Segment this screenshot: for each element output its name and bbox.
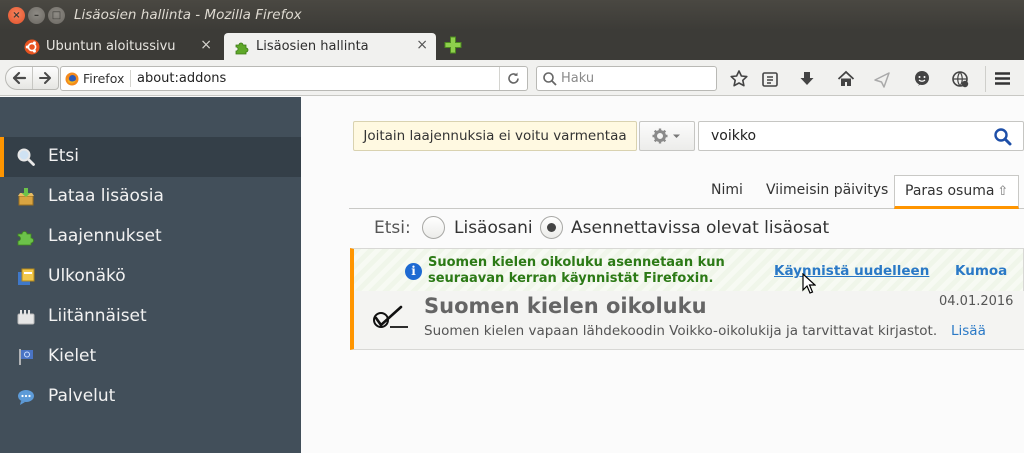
sync-globe-icon[interactable] [950, 69, 970, 89]
pocket-share-icon[interactable] [872, 69, 892, 89]
sidebar-item-appearance[interactable]: Ulkonäkö [0, 257, 301, 297]
sidebar-item-label: Kielet [48, 346, 97, 366]
window-title: Lisäosien hallinta - Mozilla Firefox [74, 7, 302, 23]
search-icon [543, 72, 557, 86]
pending-install-notice: Suomen kielen oikoluku asennetaan kun se… [428, 255, 725, 286]
chevron-down-icon [673, 134, 680, 138]
home-icon[interactable] [836, 69, 856, 89]
search-icon[interactable] [993, 127, 1013, 147]
tab-addons-manager[interactable]: Lisäosien hallinta × [224, 33, 436, 60]
tab-strip: Ubuntun aloitussivu × Lisäosien hallinta… [0, 30, 1024, 60]
back-button[interactable] [6, 67, 33, 89]
sidebar-item-services[interactable]: Palvelut [0, 377, 301, 417]
tab-ubuntu-start[interactable]: Ubuntun aloitussivu × [14, 33, 220, 60]
sort-label: Paras osuma [905, 183, 995, 199]
category-sidebar: Etsi Lataa lisäosia Laajennukset Ulkonäk… [0, 97, 301, 453]
identity-label: Firefox [83, 71, 125, 86]
addon-more-link[interactable]: Lisää [951, 323, 986, 339]
tab-label: Lisäosien hallinta [256, 39, 369, 54]
sidebar-item-get-addons[interactable]: Lataa lisäosia [0, 177, 301, 217]
services-chat-icon [18, 390, 34, 405]
unsigned-extensions-warning-button[interactable]: Joitain laajennuksia ei voitu varmentaa [353, 121, 637, 151]
addon-date: 04.01.2016 [939, 294, 1014, 309]
info-icon: i [405, 263, 422, 280]
downloads-icon[interactable] [797, 69, 817, 89]
spellcheck-checkmark-icon [373, 305, 408, 328]
gear-icon [652, 128, 680, 144]
sidebar-item-label: Ulkonäkö [48, 266, 126, 286]
language-flag-icon [19, 349, 33, 365]
window-titlebar: × – □ Lisäosien hallinta - Mozilla Firef… [0, 0, 1024, 30]
identity-box[interactable]: Firefox [65, 70, 132, 87]
reload-button[interactable] [499, 67, 527, 90]
sidebar-item-extensions[interactable]: Laajennukset [0, 217, 301, 257]
search-placeholder: Haku [561, 71, 595, 86]
sort-by-last-updated-button[interactable]: Viimeisin päivitys [766, 182, 888, 198]
sort-by-best-match-button[interactable]: Paras osuma ⇧ [894, 175, 1020, 209]
search-icon [17, 148, 35, 166]
plugin-icon [17, 310, 35, 325]
scope-my-addons-label[interactable]: Lisäosani [454, 218, 533, 238]
scope-available-addons-label[interactable]: Asennettavissa olevat lisäosat [571, 218, 829, 238]
hamburger-menu-icon [995, 72, 1010, 85]
minimize-icon: – [34, 10, 39, 21]
addons-main-view: Joitain laajennuksia ei voitu varmentaa … [301, 97, 1024, 453]
addon-item[interactable]: i Suomen kielen oikoluku asennetaan kun … [350, 248, 1024, 350]
back-forward-group [5, 66, 59, 90]
scope-label: Etsi: [374, 218, 411, 238]
tools-gear-button[interactable] [639, 121, 695, 151]
addon-description: Suomen kielen vapaan lähdekoodin Voikko-… [424, 323, 938, 339]
firefox-logo-icon [65, 72, 79, 85]
open-menu-button[interactable] [985, 66, 1017, 92]
tab-close-icon[interactable]: × [200, 37, 212, 53]
puzzle-icon [235, 42, 249, 55]
web-search-input[interactable]: Haku [536, 66, 717, 91]
restart-now-link[interactable]: Käynnistä uudelleen [774, 263, 929, 279]
bookmark-star-icon[interactable] [729, 69, 749, 89]
sort-ascending-arrow-icon: ⇧ [997, 184, 1009, 199]
sort-by-name-button[interactable]: Nimi [711, 182, 743, 198]
url-text[interactable]: about:addons [137, 71, 226, 86]
maximize-icon: □ [51, 10, 62, 21]
tab-label: Ubuntun aloitussivu [46, 39, 176, 54]
window-maximize-button[interactable]: □ [48, 7, 65, 24]
url-bar[interactable]: Firefox about:addons [60, 66, 528, 91]
sidebar-item-languages[interactable]: Kielet [0, 337, 301, 377]
hello-chat-icon[interactable] [912, 69, 932, 89]
sidebar-item-search[interactable]: Etsi [0, 137, 301, 177]
window-minimize-button[interactable]: – [28, 7, 45, 24]
download-box-icon [18, 188, 34, 206]
scope-my-addons-radio[interactable] [422, 216, 445, 239]
mouse-cursor-icon [802, 273, 816, 294]
addons-search-value: voikko [711, 128, 757, 144]
reload-icon [508, 72, 519, 84]
sidebar-item-label: Palvelut [48, 386, 116, 406]
window-close-button[interactable]: × [8, 7, 25, 24]
new-tab-plus-icon[interactable] [443, 35, 463, 55]
sidebar-item-plugins[interactable]: Liitännäiset [0, 297, 301, 337]
addon-name: Suomen kielen oikoluku [424, 294, 707, 318]
puzzle-icon [17, 231, 34, 246]
sidebar-item-label: Lataa lisäosia [48, 186, 164, 206]
bookmarks-menu-icon[interactable] [760, 69, 780, 89]
forward-arrow-icon [39, 72, 51, 84]
forward-button[interactable] [34, 67, 59, 89]
back-arrow-icon [12, 71, 27, 85]
navigation-toolbar: Firefox about:addons Haku [0, 60, 1024, 96]
ubuntu-icon [24, 39, 40, 55]
sort-bar: Nimi Viimeisin päivitys Paras osuma ⇧ [349, 175, 1024, 209]
appearance-icon [18, 268, 35, 285]
sidebar-item-label: Laajennukset [48, 226, 162, 246]
sidebar-item-label: Liitännäiset [48, 306, 147, 326]
addons-search-input[interactable]: voikko [698, 121, 1024, 151]
undo-link[interactable]: Kumoa [955, 263, 1007, 279]
tab-close-icon[interactable]: × [416, 37, 428, 53]
sidebar-item-label: Etsi [48, 146, 79, 166]
scope-available-addons-radio[interactable] [540, 216, 563, 239]
close-icon: × [12, 10, 21, 21]
